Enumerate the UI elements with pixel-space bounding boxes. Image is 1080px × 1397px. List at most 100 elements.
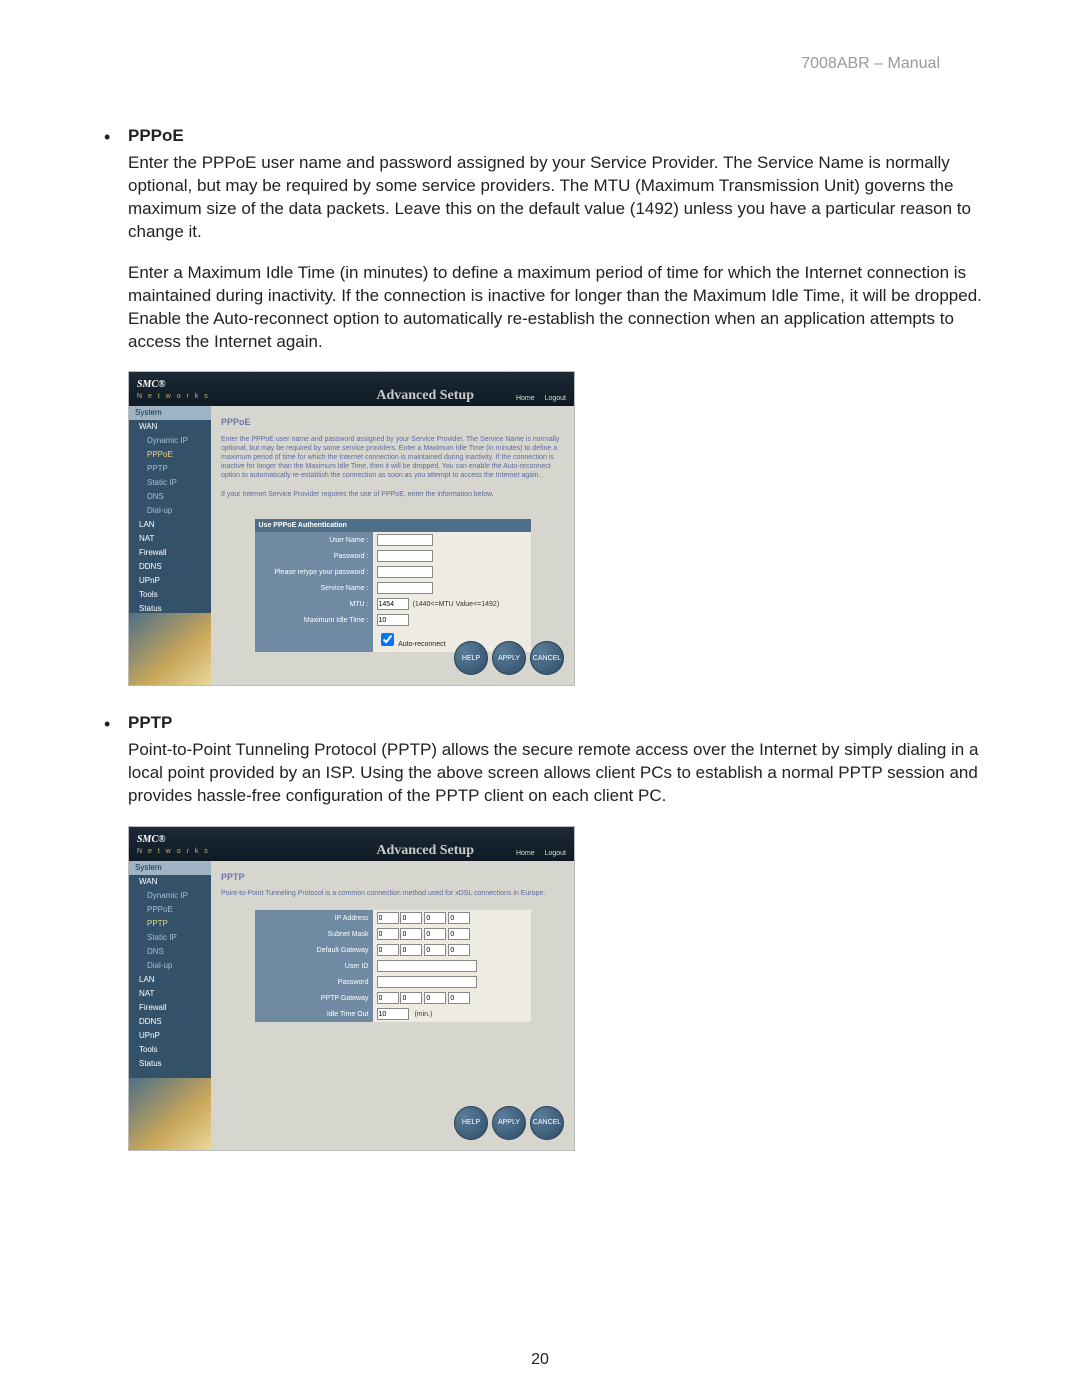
pptp-para-1: Point-to-Point Tunneling Protocol (PPTP)…	[128, 739, 990, 808]
input-password[interactable]	[377, 976, 477, 988]
sidebar-item-dialup[interactable]: Dial-up	[129, 504, 211, 518]
sidebar-item-wan[interactable]: WAN	[129, 875, 211, 889]
ip-oct-1[interactable]	[377, 912, 399, 924]
mask-oct-4[interactable]	[448, 928, 470, 940]
mask-oct-3[interactable]	[424, 928, 446, 940]
sidebar: System WAN Dynamic IP PPPoE PPTP Static …	[129, 406, 211, 685]
sidebar-item-nat[interactable]: NAT	[129, 987, 211, 1001]
input-idle[interactable]	[377, 614, 409, 626]
advanced-setup-title: Advanced Setup	[376, 388, 474, 404]
sidebar-item-pptp[interactable]: PPTP	[129, 462, 211, 476]
lbl-pass: Password	[255, 974, 373, 990]
input-user[interactable]	[377, 534, 433, 546]
input-pass[interactable]	[377, 550, 433, 562]
pppoe-form: Use PPPoE Authentication User Name : Pas…	[255, 519, 531, 652]
lbl-gw: Default Gateway	[255, 942, 373, 958]
page-number: 20	[0, 1351, 1080, 1369]
advanced-setup-title: Advanced Setup	[376, 843, 474, 859]
ip-oct-4[interactable]	[448, 912, 470, 924]
pgw-oct-1[interactable]	[377, 992, 399, 1004]
sidebar-item-dynamic-ip[interactable]: Dynamic IP	[129, 889, 211, 903]
lbl-mask: Subnet Mask	[255, 926, 373, 942]
sidebar-image	[129, 613, 211, 685]
pane-desc: Point-to-Point Tunneling Protocol is a c…	[221, 889, 564, 898]
lbl-idle: Maximum Idle Time :	[255, 612, 373, 628]
gw-oct-2[interactable]	[400, 944, 422, 956]
auto-reconnect-checkbox[interactable]	[381, 633, 394, 646]
sidebar-item-firewall[interactable]: Firewall	[129, 1001, 211, 1015]
input-mtu[interactable]	[377, 598, 409, 610]
sidebar-item-static-ip[interactable]: Static IP	[129, 931, 211, 945]
help-button[interactable]: HELP	[454, 1106, 488, 1140]
input-idle-timeout[interactable]	[377, 1008, 409, 1020]
pane-desc: Enter the PPPoE user name and password a…	[221, 435, 564, 480]
cancel-button[interactable]: CANCEL	[530, 1106, 564, 1140]
lbl-user: User ID	[255, 958, 373, 974]
apply-button[interactable]: APPLY	[492, 1106, 526, 1140]
sidebar-item-dynamic-ip[interactable]: Dynamic IP	[129, 434, 211, 448]
sidebar-item-pppoe[interactable]: PPPoE	[129, 448, 211, 462]
lbl-ip: IP Address	[255, 910, 373, 926]
sidebar: System WAN Dynamic IP PPPoE PPTP Static …	[129, 861, 211, 1150]
mask-oct-2[interactable]	[400, 928, 422, 940]
cancel-button[interactable]: CANCEL	[530, 641, 564, 675]
ip-oct-2[interactable]	[400, 912, 422, 924]
help-button[interactable]: HELP	[454, 641, 488, 675]
lbl-pgw: PPTP Gateway	[255, 990, 373, 1006]
pgw-oct-4[interactable]	[448, 992, 470, 1004]
sidebar-item-system[interactable]: System	[129, 406, 211, 420]
lbl-mtu: MTU :	[255, 596, 373, 612]
sidebar-item-static-ip[interactable]: Static IP	[129, 476, 211, 490]
mtu-range: (1440<=MTU Value<=1492)	[413, 601, 500, 608]
gw-oct-4[interactable]	[448, 944, 470, 956]
pppoe-pane: PPPoE Enter the PPPoE user name and pass…	[211, 406, 574, 685]
pane-title: PPPoE	[221, 416, 564, 428]
section-pptp: PPTP Point-to-Point Tunneling Protocol (…	[90, 712, 990, 1151]
input-retype[interactable]	[377, 566, 433, 578]
sidebar-item-dns[interactable]: DNS	[129, 945, 211, 959]
lbl-user: User Name :	[255, 532, 373, 548]
sidebar-item-pppoe[interactable]: PPPoE	[129, 903, 211, 917]
lbl-idle: Idle Time Out	[255, 1006, 373, 1022]
home-button[interactable]: Home	[516, 850, 535, 857]
pppoe-para-2: Enter a Maximum Idle Time (in minutes) t…	[128, 262, 990, 354]
input-user-id[interactable]	[377, 960, 477, 972]
sidebar-item-upnp[interactable]: UPnP	[129, 1029, 211, 1043]
sidebar-item-status[interactable]: Status	[129, 1057, 211, 1071]
pgw-oct-2[interactable]	[400, 992, 422, 1004]
sidebar-item-ddns[interactable]: DDNS	[129, 560, 211, 574]
sidebar-item-system[interactable]: System	[129, 861, 211, 875]
form-header: Use PPPoE Authentication	[255, 519, 531, 532]
mask-oct-1[interactable]	[377, 928, 399, 940]
ip-oct-3[interactable]	[424, 912, 446, 924]
sidebar-item-dialup[interactable]: Dial-up	[129, 959, 211, 973]
sidebar-item-dns[interactable]: DNS	[129, 490, 211, 504]
logout-button[interactable]: Logout	[545, 850, 566, 857]
sidebar-item-upnp[interactable]: UPnP	[129, 574, 211, 588]
sidebar-item-nat[interactable]: NAT	[129, 532, 211, 546]
pane-note: If your Internet Service Provider requir…	[221, 490, 564, 499]
sidebar-item-tools[interactable]: Tools	[129, 1043, 211, 1057]
sidebar-item-lan[interactable]: LAN	[129, 973, 211, 987]
sidebar-item-pptp[interactable]: PPTP	[129, 917, 211, 931]
smc-networks: N e t w o r k s	[137, 392, 210, 401]
pgw-oct-3[interactable]	[424, 992, 446, 1004]
apply-button[interactable]: APPLY	[492, 641, 526, 675]
lbl-retype: Please retype your password :	[255, 564, 373, 580]
sidebar-item-firewall[interactable]: Firewall	[129, 546, 211, 560]
sidebar-item-lan[interactable]: LAN	[129, 518, 211, 532]
sidebar-item-ddns[interactable]: DDNS	[129, 1015, 211, 1029]
gw-oct-1[interactable]	[377, 944, 399, 956]
sidebar-item-wan[interactable]: WAN	[129, 420, 211, 434]
pane-title: PPTP	[221, 871, 564, 883]
logout-button[interactable]: Logout	[545, 395, 566, 402]
auto-reconnect-label: Auto-reconnect	[398, 641, 445, 648]
gw-oct-3[interactable]	[424, 944, 446, 956]
input-service[interactable]	[377, 582, 433, 594]
sidebar-item-tools[interactable]: Tools	[129, 588, 211, 602]
lbl-service: Service Name :	[255, 580, 373, 596]
sidebar-image	[129, 1078, 211, 1150]
doc-header: 7008ABR – Manual	[801, 55, 940, 73]
pptp-form: IP Address Subnet Mask	[255, 910, 531, 1022]
home-button[interactable]: Home	[516, 395, 535, 402]
